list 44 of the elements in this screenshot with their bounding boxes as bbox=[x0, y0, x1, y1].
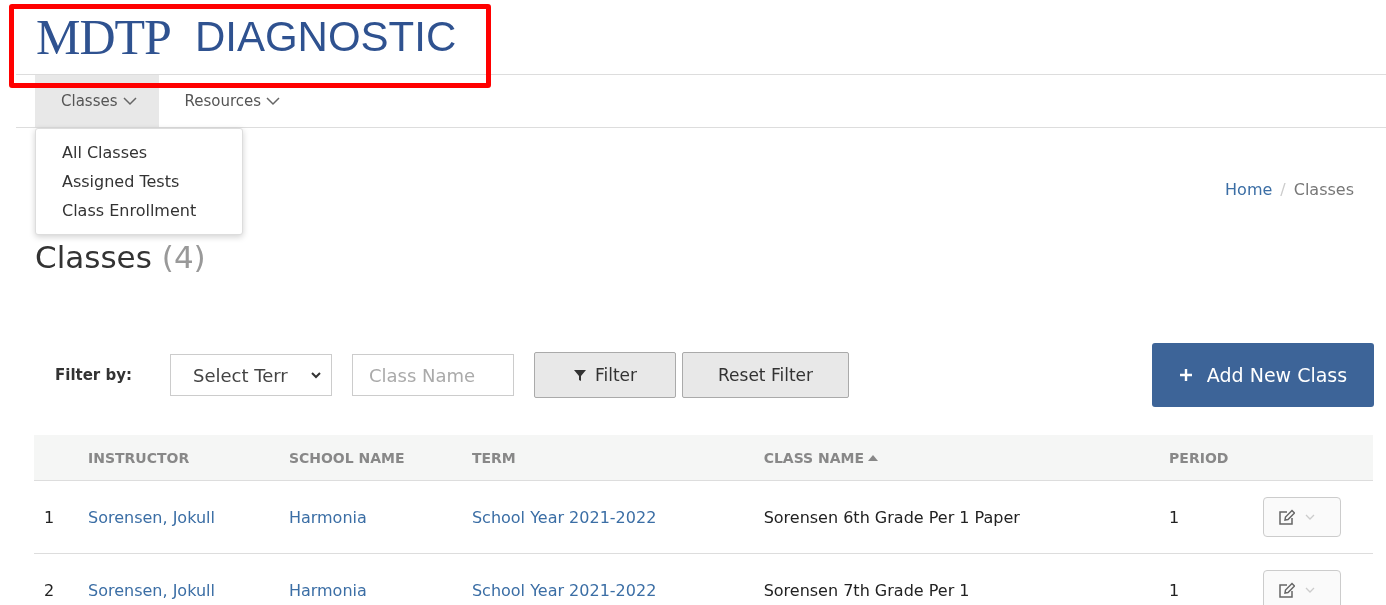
edit-icon bbox=[1278, 582, 1295, 598]
edit-actions-button[interactable] bbox=[1263, 570, 1341, 605]
menu-item[interactable]: Assigned Tests bbox=[36, 168, 242, 197]
table-cell: Sorensen 6th Grade Per 1 Paper bbox=[763, 507, 1020, 527]
table-cell: 1 bbox=[1169, 580, 1180, 600]
row-number: 1 bbox=[44, 507, 55, 527]
nav-menu-tab[interactable]: Resources bbox=[158, 75, 303, 127]
row-number: 2 bbox=[44, 580, 55, 600]
column-header[interactable]: TERM bbox=[471, 449, 516, 466]
plus-icon bbox=[1178, 368, 1193, 382]
column-header[interactable]: CLASS NAME bbox=[763, 449, 879, 466]
column-header[interactable]: INSTRUCTOR bbox=[88, 449, 190, 466]
page-title: Classes bbox=[35, 239, 152, 277]
add-class-button[interactable]: Add New Class bbox=[1152, 343, 1374, 407]
filter-button[interactable]: Filter bbox=[534, 352, 676, 398]
term-select[interactable]: Select Terr bbox=[170, 354, 332, 396]
table-cell: Sorensen 7th Grade Per 1 bbox=[763, 580, 970, 600]
edit-actions-button[interactable] bbox=[1263, 497, 1341, 537]
class-count: (4) bbox=[161, 239, 206, 277]
chevron-down-icon bbox=[311, 371, 321, 379]
chevron-down-icon bbox=[266, 96, 281, 106]
instructor-link[interactable]: Sorensen, Jokull bbox=[88, 507, 215, 527]
chevron-down-icon bbox=[122, 96, 137, 106]
instructor-link[interactable]: Sorensen, Jokull bbox=[88, 580, 215, 600]
filter-label: Filter by: bbox=[54, 366, 133, 384]
chevron-down-icon bbox=[1305, 586, 1315, 594]
table-cell: 1 bbox=[1169, 507, 1180, 527]
edit-icon bbox=[1278, 509, 1295, 525]
term-link[interactable]: School Year 2021-2022 bbox=[471, 580, 657, 600]
breadcrumb-current: Classes bbox=[1293, 180, 1354, 199]
school-link[interactable]: Harmonia bbox=[288, 580, 367, 600]
menu-item[interactable]: All Classes bbox=[36, 139, 242, 168]
menu-item[interactable]: Class Enrollment bbox=[36, 197, 242, 226]
breadcrumb-separator: / bbox=[1280, 180, 1286, 199]
chevron-down-icon bbox=[1305, 513, 1315, 521]
logo-mark: MDTP bbox=[36, 8, 171, 66]
logo-text: DIAGNOSTIC bbox=[194, 13, 457, 61]
class-name-field[interactable]: Class Name bbox=[352, 354, 514, 396]
reset-filter-button[interactable]: Reset Filter bbox=[682, 352, 849, 398]
school-link[interactable]: Harmonia bbox=[288, 507, 367, 527]
term-link[interactable]: School Year 2021-2022 bbox=[471, 507, 657, 527]
sort-ascending-icon bbox=[868, 453, 879, 462]
breadcrumb-link[interactable]: Home bbox=[1225, 180, 1273, 199]
filter-icon bbox=[572, 368, 587, 382]
